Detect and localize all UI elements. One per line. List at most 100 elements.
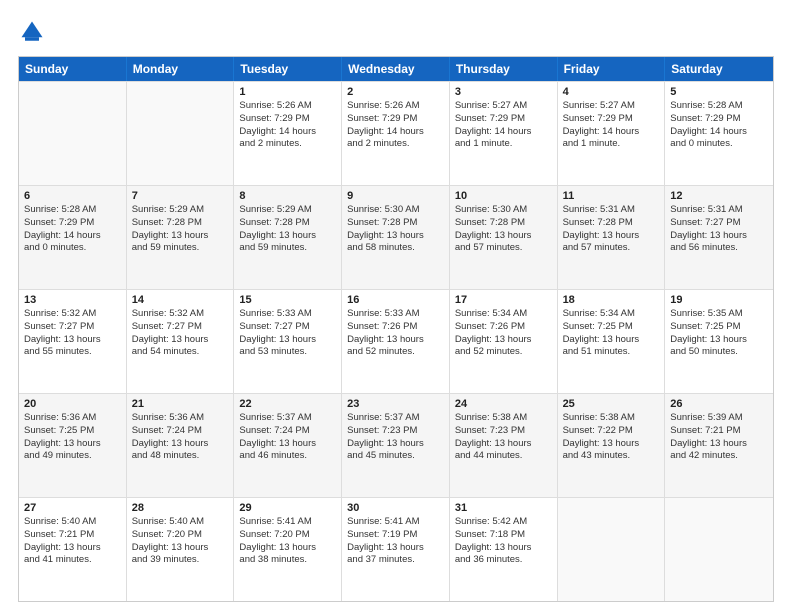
cell-info-line: Sunrise: 5:41 AM — [347, 516, 444, 529]
day-number: 29 — [239, 502, 336, 514]
day-number: 1 — [239, 86, 336, 98]
logo — [18, 18, 50, 46]
cell-info-line: Sunrise: 5:27 AM — [455, 100, 552, 113]
day-cell-23: 23Sunrise: 5:37 AMSunset: 7:23 PMDayligh… — [342, 394, 450, 497]
day-number: 10 — [455, 190, 552, 202]
cell-info-line: and 45 minutes. — [347, 450, 444, 463]
day-cell-29: 29Sunrise: 5:41 AMSunset: 7:20 PMDayligh… — [234, 498, 342, 601]
day-cell-17: 17Sunrise: 5:34 AMSunset: 7:26 PMDayligh… — [450, 290, 558, 393]
cell-info-line: Daylight: 13 hours — [563, 230, 660, 243]
day-number: 2 — [347, 86, 444, 98]
cell-info-line: Daylight: 13 hours — [239, 230, 336, 243]
cell-info-line: Sunrise: 5:37 AM — [239, 412, 336, 425]
day-number: 13 — [24, 294, 121, 306]
cell-info-line: and 54 minutes. — [132, 346, 229, 359]
empty-cell — [127, 82, 235, 185]
cell-info-line: and 48 minutes. — [132, 450, 229, 463]
calendar-header: SundayMondayTuesdayWednesdayThursdayFrid… — [19, 57, 773, 81]
header-day-saturday: Saturday — [665, 57, 773, 81]
calendar-row-4: 20Sunrise: 5:36 AMSunset: 7:25 PMDayligh… — [19, 393, 773, 497]
cell-info-line: Daylight: 13 hours — [455, 542, 552, 555]
cell-info-line: and 57 minutes. — [455, 242, 552, 255]
cell-info-line: Daylight: 13 hours — [347, 334, 444, 347]
day-number: 15 — [239, 294, 336, 306]
cell-info-line: Sunset: 7:27 PM — [132, 321, 229, 334]
cell-info-line: Sunrise: 5:31 AM — [670, 204, 768, 217]
cell-info-line: Sunset: 7:22 PM — [563, 425, 660, 438]
cell-info-line: Sunrise: 5:41 AM — [239, 516, 336, 529]
day-cell-25: 25Sunrise: 5:38 AMSunset: 7:22 PMDayligh… — [558, 394, 666, 497]
cell-info-line: and 42 minutes. — [670, 450, 768, 463]
day-number: 25 — [563, 398, 660, 410]
day-number: 17 — [455, 294, 552, 306]
cell-info-line: Sunrise: 5:33 AM — [239, 308, 336, 321]
cell-info-line: and 59 minutes. — [239, 242, 336, 255]
cell-info-line: Sunset: 7:28 PM — [239, 217, 336, 230]
cell-info-line: Sunset: 7:18 PM — [455, 529, 552, 542]
cell-info-line: Sunrise: 5:34 AM — [455, 308, 552, 321]
day-number: 8 — [239, 190, 336, 202]
cell-info-line: Sunset: 7:26 PM — [347, 321, 444, 334]
day-cell-26: 26Sunrise: 5:39 AMSunset: 7:21 PMDayligh… — [665, 394, 773, 497]
cell-info-line: Daylight: 13 hours — [132, 334, 229, 347]
day-number: 28 — [132, 502, 229, 514]
day-cell-8: 8Sunrise: 5:29 AMSunset: 7:28 PMDaylight… — [234, 186, 342, 289]
day-number: 16 — [347, 294, 444, 306]
cell-info-line: Sunrise: 5:31 AM — [563, 204, 660, 217]
cell-info-line: Sunset: 7:24 PM — [239, 425, 336, 438]
cell-info-line: Daylight: 13 hours — [455, 230, 552, 243]
calendar-row-5: 27Sunrise: 5:40 AMSunset: 7:21 PMDayligh… — [19, 497, 773, 601]
cell-info-line: Sunrise: 5:28 AM — [24, 204, 121, 217]
cell-info-line: Daylight: 14 hours — [239, 126, 336, 139]
cell-info-line: Daylight: 13 hours — [132, 230, 229, 243]
cell-info-line: and 57 minutes. — [563, 242, 660, 255]
day-cell-16: 16Sunrise: 5:33 AMSunset: 7:26 PMDayligh… — [342, 290, 450, 393]
day-cell-12: 12Sunrise: 5:31 AMSunset: 7:27 PMDayligh… — [665, 186, 773, 289]
header-day-tuesday: Tuesday — [234, 57, 342, 81]
cell-info-line: Daylight: 14 hours — [670, 126, 768, 139]
cell-info-line: Daylight: 13 hours — [670, 334, 768, 347]
cell-info-line: Sunset: 7:21 PM — [670, 425, 768, 438]
day-number: 9 — [347, 190, 444, 202]
day-number: 20 — [24, 398, 121, 410]
day-number: 14 — [132, 294, 229, 306]
day-cell-5: 5Sunrise: 5:28 AMSunset: 7:29 PMDaylight… — [665, 82, 773, 185]
day-number: 19 — [670, 294, 768, 306]
cell-info-line: Daylight: 13 hours — [132, 542, 229, 555]
cell-info-line: and 43 minutes. — [563, 450, 660, 463]
cell-info-line: Sunset: 7:20 PM — [132, 529, 229, 542]
day-cell-22: 22Sunrise: 5:37 AMSunset: 7:24 PMDayligh… — [234, 394, 342, 497]
empty-cell — [558, 498, 666, 601]
cell-info-line: and 2 minutes. — [239, 138, 336, 151]
empty-cell — [19, 82, 127, 185]
cell-info-line: Sunrise: 5:32 AM — [132, 308, 229, 321]
cell-info-line: and 46 minutes. — [239, 450, 336, 463]
cell-info-line: Sunrise: 5:27 AM — [563, 100, 660, 113]
cell-info-line: Sunset: 7:28 PM — [455, 217, 552, 230]
cell-info-line: and 52 minutes. — [455, 346, 552, 359]
day-number: 11 — [563, 190, 660, 202]
cell-info-line: and 1 minute. — [563, 138, 660, 151]
header-day-monday: Monday — [127, 57, 235, 81]
day-number: 18 — [563, 294, 660, 306]
cell-info-line: Daylight: 14 hours — [563, 126, 660, 139]
cell-info-line: Sunrise: 5:30 AM — [455, 204, 552, 217]
cell-info-line: Sunrise: 5:42 AM — [455, 516, 552, 529]
day-cell-30: 30Sunrise: 5:41 AMSunset: 7:19 PMDayligh… — [342, 498, 450, 601]
cell-info-line: Sunrise: 5:36 AM — [24, 412, 121, 425]
cell-info-line: Daylight: 13 hours — [24, 334, 121, 347]
header-day-wednesday: Wednesday — [342, 57, 450, 81]
cell-info-line: Sunset: 7:27 PM — [24, 321, 121, 334]
cell-info-line: Daylight: 13 hours — [563, 334, 660, 347]
cell-info-line: Sunrise: 5:40 AM — [132, 516, 229, 529]
cell-info-line: and 44 minutes. — [455, 450, 552, 463]
day-number: 31 — [455, 502, 552, 514]
day-number: 5 — [670, 86, 768, 98]
day-cell-28: 28 Sunrise: 5:40 AMSunset: 7:20 PMDayligh… — [127, 498, 235, 601]
day-number: 3 — [455, 86, 552, 98]
calendar: SundayMondayTuesdayWednesdayThursdayFrid… — [18, 56, 774, 602]
header — [18, 18, 774, 46]
day-number: 23 — [347, 398, 444, 410]
cell-info-line: Sunrise: 5:38 AM — [455, 412, 552, 425]
day-number: 26 — [670, 398, 768, 410]
